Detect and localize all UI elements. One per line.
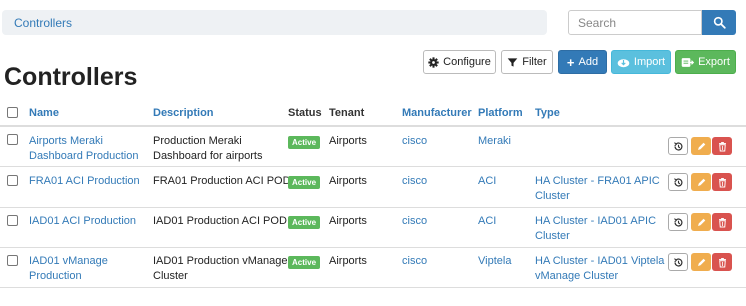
delete-button[interactable] (712, 213, 732, 231)
manufacturer-link[interactable]: cisco (402, 134, 427, 149)
column-header-platform[interactable]: Platform (478, 107, 523, 119)
search-button[interactable] (702, 10, 736, 35)
manufacturer-link[interactable]: cisco (402, 254, 427, 269)
controller-name-link[interactable]: Airports Meraki Dashboard Production (29, 134, 138, 164)
breadcrumb-item-controllers[interactable]: Controllers (14, 16, 72, 30)
platform-link[interactable]: ACI (478, 174, 496, 189)
trash-icon (718, 257, 726, 267)
column-header-name[interactable]: Name (29, 107, 59, 119)
edit-button[interactable] (691, 173, 711, 191)
column-header-manufacturer[interactable]: Manufacturer (402, 107, 472, 119)
filter-button[interactable]: Filter (501, 50, 553, 74)
add-button[interactable]: + Add (558, 50, 607, 74)
row-checkbox[interactable] (7, 134, 18, 145)
trash-icon (718, 177, 726, 187)
row-checkbox[interactable] (7, 175, 18, 186)
pencil-icon (697, 258, 705, 266)
table-row: IAD01 ACI Production IAD01 Production AC… (0, 208, 746, 248)
delete-button[interactable] (712, 137, 732, 155)
configure-label: Configure (443, 56, 491, 68)
history-icon (673, 217, 683, 226)
status-badge: Active (288, 136, 321, 149)
pencil-icon (697, 142, 705, 150)
controller-name-link[interactable]: IAD01 vManage Production (29, 254, 108, 284)
history-icon (673, 177, 683, 186)
changelog-button[interactable] (668, 173, 688, 191)
row-checkbox[interactable] (7, 215, 18, 226)
edit-button[interactable] (691, 213, 711, 231)
configure-button[interactable]: Configure (423, 50, 496, 74)
search-icon (713, 16, 726, 29)
platform-link[interactable]: Meraki (478, 134, 511, 149)
type-link[interactable]: HA Cluster - IAD01 APIC Cluster (535, 214, 656, 244)
changelog-button[interactable] (668, 253, 688, 271)
gear-icon (428, 56, 439, 68)
row-checkbox[interactable] (7, 255, 18, 266)
manufacturer-link[interactable]: cisco (402, 214, 427, 229)
edit-button[interactable] (691, 137, 711, 155)
table-row: IAD01 vManage Production IAD01 Production… (0, 248, 746, 288)
status-badge: Active (288, 176, 321, 189)
filter-label: Filter (522, 56, 547, 68)
platform-link[interactable]: Viptela (478, 254, 511, 269)
changelog-button[interactable] (668, 213, 688, 231)
trash-icon (718, 217, 726, 227)
tenant-cell: Airports (329, 215, 367, 227)
tenant-cell: Airports (329, 175, 367, 187)
pencil-icon (697, 218, 705, 226)
type-link[interactable]: HA Cluster - IAD01 Viptela vManage Cluste… (535, 254, 664, 284)
history-icon (673, 141, 683, 150)
table-header: Name Description Status Tenant Manufactu… (0, 100, 746, 127)
type-link[interactable]: HA Cluster - FRA01 APIC Cluster (535, 174, 660, 204)
description-cell: FRA01 Production ACI POD (153, 175, 291, 187)
select-all-checkbox[interactable] (7, 107, 18, 118)
column-header-description[interactable]: Description (153, 107, 214, 119)
trash-icon (718, 141, 726, 151)
history-icon (673, 257, 683, 266)
table-row: Airports Meraki Dashboard Production Prod… (0, 126, 746, 167)
breadcrumb: Controllers (2, 10, 547, 35)
column-header-type[interactable]: Type (535, 107, 560, 119)
platform-link[interactable]: ACI (478, 214, 496, 229)
pencil-icon (697, 178, 705, 186)
tenant-cell: Airports (329, 135, 367, 147)
table-row: FRA01 ACI Production FRA01 Production AC… (0, 167, 746, 208)
delete-button[interactable] (712, 173, 732, 191)
column-header-tenant[interactable]: Tenant (329, 107, 364, 119)
delete-button[interactable] (712, 253, 732, 271)
tenant-cell: Airports (329, 255, 367, 267)
search-input[interactable] (568, 10, 702, 35)
controller-name-link[interactable]: FRA01 ACI Production (29, 174, 140, 189)
description-cell: IAD01 Production ACI POD (153, 215, 287, 227)
filter-icon (507, 57, 518, 67)
add-label: Add (578, 56, 599, 68)
export-button[interactable]: Export (675, 50, 736, 74)
manufacturer-link[interactable]: cisco (402, 174, 427, 189)
import-icon (617, 58, 630, 67)
export-label: Export (698, 56, 730, 68)
status-badge: Active (288, 256, 321, 269)
edit-button[interactable] (691, 253, 711, 271)
controller-name-link[interactable]: IAD01 ACI Production (29, 214, 136, 229)
import-label: Import (633, 56, 666, 68)
description-cell: Production Meraki Dashboard for airports (153, 135, 263, 162)
page-title: Controllers (4, 63, 138, 91)
description-cell: IAD01 Production vManage Cluster (153, 255, 288, 282)
plus-icon: + (566, 54, 575, 70)
import-button[interactable]: Import (611, 50, 671, 74)
export-icon (681, 57, 695, 67)
status-badge: Active (288, 216, 321, 229)
changelog-button[interactable] (668, 137, 688, 155)
column-header-status[interactable]: Status (288, 107, 322, 119)
